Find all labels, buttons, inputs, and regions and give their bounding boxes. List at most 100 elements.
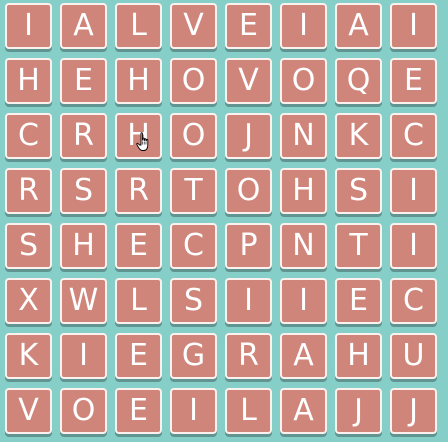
letter-tile-r7-c6[interactable]: A (280, 333, 327, 379)
letter-tile-r6-c2[interactable]: W (60, 278, 107, 324)
tile-letter: V (238, 63, 259, 98)
tile-letter: O (181, 118, 206, 153)
letter-tile-r1-c4[interactable]: V (170, 3, 217, 49)
tile-letter: K (18, 338, 39, 373)
letter-tile-r1-c5[interactable]: E (225, 3, 272, 49)
letter-tile-r6-c5[interactable]: I (225, 278, 272, 324)
letter-tile-r3-c3[interactable]: H (115, 113, 162, 159)
tile-letter: I (189, 393, 198, 428)
letter-tile-r8-c2[interactable]: O (60, 388, 107, 434)
letter-tile-r2-c4[interactable]: O (170, 58, 217, 104)
letter-tile-r7-c3[interactable]: E (115, 333, 162, 379)
tile-letter: H (17, 63, 40, 98)
tile-letter: N (292, 118, 315, 153)
tile-letter: R (128, 173, 149, 208)
letter-tile-r2-c7[interactable]: Q (335, 58, 382, 104)
tile-letter: A (73, 8, 94, 43)
letter-grid-board: IALVEIAIHEHOVOQECRHOJNKCRSRTOHSISHECPNTI… (0, 0, 448, 442)
letter-tile-r3-c8[interactable]: C (390, 113, 437, 159)
letter-tile-r3-c7[interactable]: K (335, 113, 382, 159)
letter-tile-r2-c3[interactable]: H (115, 58, 162, 104)
letter-tile-r3-c5[interactable]: J (225, 113, 272, 159)
letter-tile-r7-c2[interactable]: I (60, 333, 107, 379)
letter-tile-r8-c7[interactable]: J (335, 388, 382, 434)
letter-tile-r6-c6[interactable]: I (280, 278, 327, 324)
letter-tile-r2-c8[interactable]: E (390, 58, 437, 104)
tile-letter: I (299, 8, 308, 43)
letter-tile-r8-c5[interactable]: L (225, 388, 272, 434)
tile-letter: H (127, 118, 150, 153)
tile-letter: E (129, 393, 148, 428)
tile-letter: L (240, 393, 257, 428)
tile-letter: L (130, 8, 147, 43)
letter-tile-r4-c5[interactable]: O (225, 168, 272, 214)
letter-tile-r5-c2[interactable]: H (60, 223, 107, 269)
tile-letter: O (291, 63, 316, 98)
letter-tile-r8-c3[interactable]: E (115, 388, 162, 434)
letter-tile-r1-c3[interactable]: L (115, 3, 162, 49)
tile-letter: I (409, 8, 418, 43)
letter-tile-r6-c1[interactable]: X (5, 278, 52, 324)
tile-letter: J (244, 118, 253, 153)
letter-tile-r3-c6[interactable]: N (280, 113, 327, 159)
tile-letter: A (348, 8, 369, 43)
letter-tile-r4-c7[interactable]: S (335, 168, 382, 214)
letter-tile-r5-c7[interactable]: T (335, 223, 382, 269)
tile-letter: P (239, 228, 258, 263)
tile-letter: H (72, 228, 95, 263)
tile-letter: V (18, 393, 39, 428)
tile-letter: C (183, 228, 204, 263)
letter-tile-r8-c1[interactable]: V (5, 388, 52, 434)
tile-letter: A (293, 393, 314, 428)
tile-letter: X (18, 283, 39, 318)
letter-tile-r6-c3[interactable]: L (115, 278, 162, 324)
letter-tile-r1-c1[interactable]: I (5, 3, 52, 49)
letter-tile-r1-c2[interactable]: A (60, 3, 107, 49)
letter-tile-r8-c4[interactable]: I (170, 388, 217, 434)
tile-letter: E (349, 283, 368, 318)
tile-letter: U (402, 338, 425, 373)
letter-tile-r8-c6[interactable]: A (280, 388, 327, 434)
letter-tile-r6-c4[interactable]: S (170, 278, 217, 324)
letter-tile-r2-c2[interactable]: E (60, 58, 107, 104)
letter-tile-r4-c2[interactable]: S (60, 168, 107, 214)
tile-letter: R (73, 118, 94, 153)
tile-letter: S (183, 283, 204, 318)
letter-tile-r5-c4[interactable]: C (170, 223, 217, 269)
letter-tile-r6-c7[interactable]: E (335, 278, 382, 324)
letter-tile-r4-c3[interactable]: R (115, 168, 162, 214)
letter-tile-r1-c8[interactable]: I (390, 3, 437, 49)
letter-tile-r5-c8[interactable]: I (390, 223, 437, 269)
letter-tile-r6-c8[interactable]: C (390, 278, 437, 324)
tile-letter: I (79, 338, 88, 373)
letter-tile-r1-c7[interactable]: A (335, 3, 382, 49)
letter-tile-r5-c3[interactable]: E (115, 223, 162, 269)
letter-tile-r4-c6[interactable]: H (280, 168, 327, 214)
letter-tile-r5-c1[interactable]: S (5, 223, 52, 269)
letter-tile-r8-c8[interactable]: J (390, 388, 437, 434)
letter-tile-r2-c6[interactable]: O (280, 58, 327, 104)
tile-letter: T (184, 173, 203, 208)
letter-tile-r3-c4[interactable]: O (170, 113, 217, 159)
letter-tile-r1-c6[interactable]: I (280, 3, 327, 49)
tile-letter: C (403, 283, 424, 318)
letter-tile-r4-c8[interactable]: I (390, 168, 437, 214)
tile-letter: L (130, 283, 147, 318)
tile-letter: A (293, 338, 314, 373)
letter-tile-r5-c5[interactable]: P (225, 223, 272, 269)
letter-tile-r3-c2[interactable]: R (60, 113, 107, 159)
letter-tile-r7-c4[interactable]: G (170, 333, 217, 379)
letter-tile-r4-c4[interactable]: T (170, 168, 217, 214)
letter-tile-r5-c6[interactable]: N (280, 223, 327, 269)
letter-tile-r4-c1[interactable]: R (5, 168, 52, 214)
letter-tile-r7-c1[interactable]: K (5, 333, 52, 379)
tile-letter: S (18, 228, 39, 263)
letter-tile-r7-c8[interactable]: U (390, 333, 437, 379)
letter-tile-r7-c5[interactable]: R (225, 333, 272, 379)
tile-letter: K (348, 118, 369, 153)
letter-tile-r3-c1[interactable]: C (5, 113, 52, 159)
letter-tile-r2-c1[interactable]: H (5, 58, 52, 104)
tile-letter: E (129, 228, 148, 263)
letter-tile-r7-c7[interactable]: H (335, 333, 382, 379)
letter-tile-r2-c5[interactable]: V (225, 58, 272, 104)
